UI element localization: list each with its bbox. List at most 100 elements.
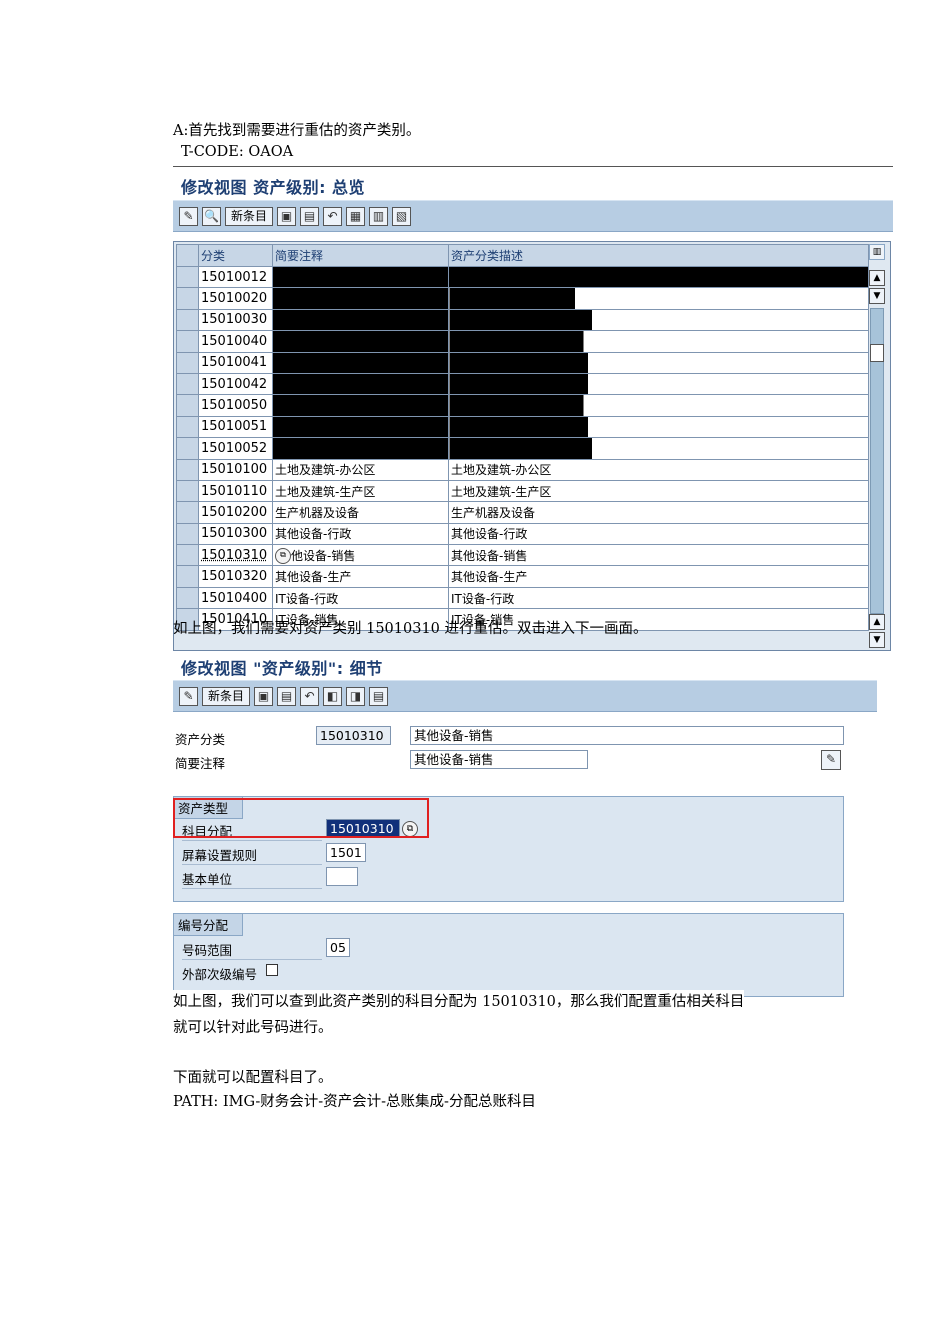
class-cell[interactable]: 15010041 (198, 351, 273, 374)
description-cell[interactable] (448, 394, 869, 417)
short-text-cell[interactable]: 土地及建筑-办公区 (272, 458, 449, 481)
row-selector[interactable] (176, 479, 199, 503)
scroll-down-icon[interactable]: ▼ (869, 632, 885, 648)
display-change-icon[interactable]: ✎ (179, 206, 198, 226)
row-selector[interactable] (176, 586, 199, 610)
other-entry-icon[interactable]: ▤ (369, 686, 389, 706)
class-cell[interactable]: 15010040 (198, 330, 273, 353)
short-text-cell[interactable]: 其他设备-生产 (272, 565, 449, 588)
screen-layout-field[interactable]: 1501 (326, 843, 366, 862)
class-cell[interactable]: 15010320 (198, 565, 273, 588)
undo-icon[interactable]: ↶ (300, 686, 320, 706)
description-cell[interactable]: 生产机器及设备 (448, 501, 869, 524)
next-entry-icon[interactable]: ◨ (346, 686, 366, 706)
page-up-icon[interactable]: ▲ (869, 614, 885, 630)
row-selector[interactable] (176, 308, 199, 332)
row-selector[interactable] (176, 415, 199, 439)
delete-icon[interactable]: ▤ (300, 206, 320, 226)
class-cell[interactable]: 15010300 (198, 522, 273, 546)
class-cell[interactable]: 15010400 (198, 586, 273, 610)
asset-class-description-field[interactable]: 其他设备-销售 (410, 726, 844, 745)
class-cell[interactable]: 15010030 (198, 308, 273, 332)
deselect-all-icon[interactable]: ▧ (392, 206, 412, 226)
description-cell[interactable] (448, 415, 869, 439)
short-text-field[interactable]: 其他设备-销售 (410, 750, 588, 769)
class-cell[interactable]: 15010052 (198, 437, 273, 460)
class-cell[interactable]: 15010200 (198, 501, 273, 524)
short-text-cell[interactable]: 土地及建筑-生产区 (272, 479, 449, 503)
previous-entry-icon[interactable]: ◧ (323, 686, 343, 706)
display-icon[interactable]: 🔍 (202, 206, 221, 226)
description-cell[interactable] (448, 265, 869, 289)
short-text-cell[interactable]: 其他设备-行政 (272, 522, 449, 546)
display-change-icon[interactable]: ✎ (179, 686, 198, 706)
copy-icon[interactable]: ▣ (277, 206, 297, 226)
row-selector[interactable] (176, 544, 199, 567)
row-selector[interactable] (176, 437, 199, 460)
short-text-cell[interactable] (272, 372, 449, 396)
copy-icon[interactable]: ▣ (254, 686, 274, 706)
row-selector[interactable] (176, 522, 199, 546)
asset-class-field[interactable]: 15010310 (316, 726, 391, 745)
description-cell[interactable]: 其他设备-行政 (448, 522, 869, 546)
description-cell[interactable]: 其他设备-销售 (448, 544, 869, 567)
row-selector[interactable] (176, 372, 199, 396)
edit-long-text-icon[interactable]: ✎ (821, 750, 841, 770)
class-cell[interactable]: 15010012 (198, 265, 273, 289)
caption-2-line-2: 就可以针对此号码进行。 (173, 1020, 333, 1036)
row-selector[interactable] (176, 265, 199, 289)
short-text-cell[interactable] (272, 308, 449, 332)
description-cell[interactable]: 其他设备-生产 (448, 565, 869, 588)
short-text-cell[interactable] (272, 265, 449, 289)
new-entries-button[interactable]: 新条目 (202, 686, 251, 706)
row-selector[interactable] (176, 330, 199, 353)
class-cell[interactable]: 15010042 (198, 372, 273, 396)
short-text-cell[interactable] (272, 394, 449, 417)
value-help-icon[interactable]: ⧉ (275, 548, 291, 565)
column-config-icon[interactable]: ▥ (869, 244, 885, 260)
short-text-cell[interactable]: IT设备-行政 (272, 586, 449, 610)
description-cell[interactable] (448, 372, 869, 396)
scroll-thumb[interactable] (870, 344, 884, 362)
description-cell[interactable]: IT设备-行政 (448, 586, 869, 610)
number-range-field[interactable]: 05 (326, 938, 350, 957)
overview-toolbar: ✎ 🔍 新条目 ▣ ▤ ↶ ▦ ▥ ▧ (173, 200, 893, 232)
undo-icon[interactable]: ↶ (323, 206, 343, 226)
new-entries-button[interactable]: 新条目 (225, 206, 274, 226)
description-cell[interactable] (448, 437, 869, 460)
description-cell[interactable] (448, 330, 869, 353)
row-selector[interactable] (176, 394, 199, 417)
class-cell[interactable]: 15010051 (198, 415, 273, 439)
description-cell[interactable]: 土地及建筑-生产区 (448, 479, 869, 503)
short-text-cell[interactable] (272, 287, 449, 310)
page-down-icon[interactable]: ▼ (869, 288, 885, 304)
vertical-scrollbar[interactable]: ▥ ▲ ▼ ▲ ▼ (869, 244, 886, 648)
base-unit-field[interactable] (326, 867, 358, 886)
description-cell[interactable] (448, 287, 869, 310)
delete-icon[interactable]: ▤ (277, 686, 297, 706)
row-selector[interactable] (176, 351, 199, 374)
class-cell[interactable]: 15010100 (198, 458, 273, 481)
short-text-cell[interactable]: ⧉ 他设备-销售 (272, 544, 449, 567)
description-cell[interactable]: 土地及建筑-办公区 (448, 458, 869, 481)
row-selector[interactable] (176, 287, 199, 310)
short-text-cell[interactable] (272, 437, 449, 460)
description-cell[interactable] (448, 308, 869, 332)
description-cell[interactable] (448, 351, 869, 374)
class-cell[interactable]: 15010020 (198, 287, 273, 310)
class-cell[interactable]: 15010310 (198, 544, 273, 567)
row-selector[interactable] (176, 565, 199, 588)
short-text-cell[interactable]: 生产机器及设备 (272, 501, 449, 524)
select-all-icon[interactable]: ▦ (346, 206, 366, 226)
class-cell[interactable]: 15010050 (198, 394, 273, 417)
select-block-icon[interactable]: ▥ (369, 206, 389, 226)
row-selector[interactable] (176, 501, 199, 524)
short-text-cell[interactable] (272, 330, 449, 353)
class-cell[interactable]: 15010110 (198, 479, 273, 503)
row-selector[interactable] (176, 458, 199, 481)
ext-sub-number-label: 外部次级编号 (182, 967, 258, 982)
scroll-up-icon[interactable]: ▲ (869, 270, 885, 286)
short-text-cell[interactable] (272, 351, 449, 374)
short-text-cell[interactable] (272, 415, 449, 439)
ext-sub-number-checkbox[interactable] (266, 964, 278, 976)
